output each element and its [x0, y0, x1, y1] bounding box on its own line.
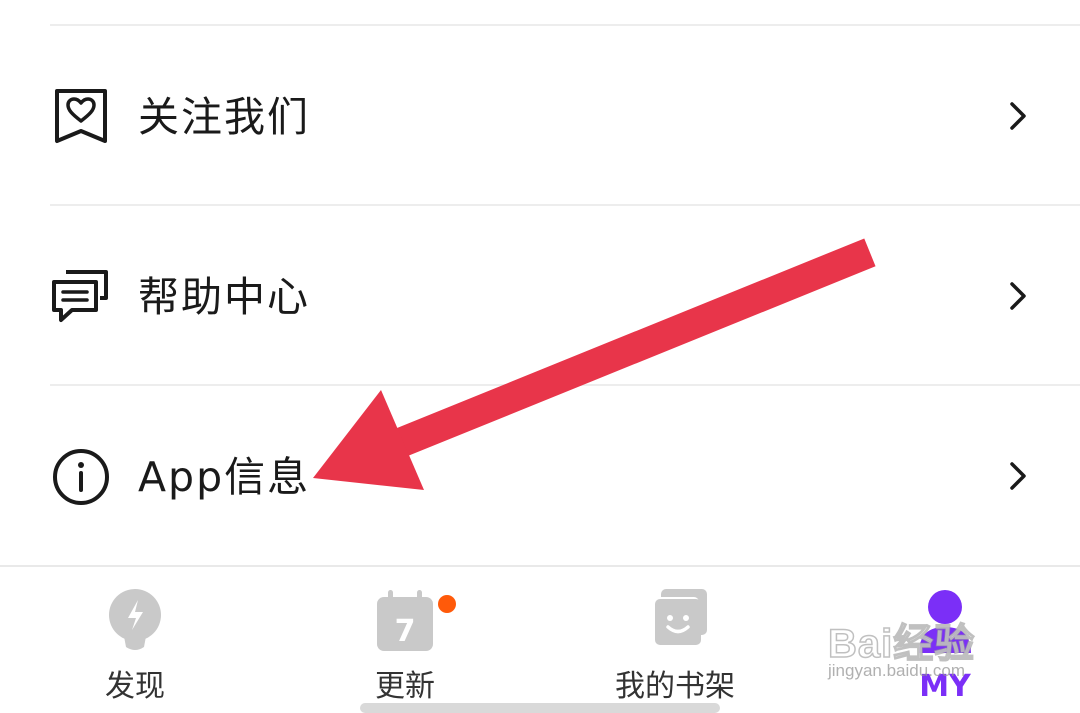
chevron-right-icon	[1010, 282, 1026, 310]
user-icon	[919, 590, 971, 653]
tab-updates[interactable]: 7 更新	[295, 567, 515, 713]
menu-label-help-center: 帮助中心	[138, 273, 310, 321]
tab-label-bookshelf: 我的书架	[615, 669, 735, 704]
chevron-right-icon	[1010, 102, 1026, 130]
home-indicator[interactable]	[360, 703, 720, 713]
calendar-day-number: 7	[395, 614, 416, 649]
divider-2	[50, 384, 1080, 386]
tab-label-updates: 更新	[375, 669, 435, 704]
chat-bubbles-icon	[52, 270, 108, 322]
heart-bookmark-icon	[55, 89, 107, 143]
tab-my[interactable]: MY	[835, 567, 1055, 713]
update-badge-dot	[438, 595, 456, 613]
calendar-icon: 7	[377, 590, 433, 651]
tab-bookshelf[interactable]: 我的书架	[565, 567, 785, 713]
divider-1	[50, 204, 1080, 206]
settings-page: 关注我们 帮助中心 App信息 发现 7 更新 我的书架 MY Bai经验 ji…	[0, 0, 1080, 713]
menu-label-app-info: App信息	[138, 453, 311, 501]
tab-label-my: MY	[919, 669, 971, 704]
menu-item-follow-us[interactable]: 关注我们	[0, 28, 1080, 204]
bottom-tab-bar: 发现 7 更新 我的书架 MY Bai经验 jingyan.baidu.com	[0, 565, 1080, 713]
menu-item-app-info[interactable]: App信息	[0, 388, 1080, 564]
menu-label-follow-us: 关注我们	[138, 93, 310, 141]
bookshelf-smile-icon	[653, 589, 707, 645]
menu-item-help-center[interactable]: 帮助中心	[0, 208, 1080, 384]
info-circle-icon	[53, 449, 109, 505]
lightbulb-icon	[109, 589, 161, 650]
divider-top	[50, 24, 1080, 26]
chevron-right-icon	[1010, 462, 1026, 490]
tab-label-discover: 发现	[105, 669, 165, 704]
tab-discover[interactable]: 发现	[25, 567, 245, 713]
